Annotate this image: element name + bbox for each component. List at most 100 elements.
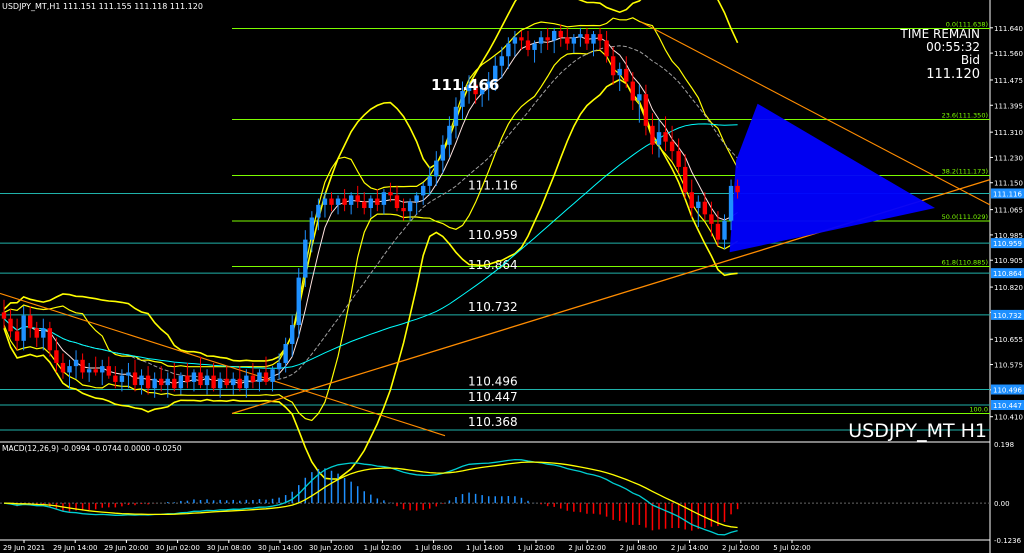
price-chart[interactable]: 111.640 111.560 111.475 111.395 111.310 111.2… [0,0,1024,553]
candle-body [440,144,446,161]
watermark-label: USDJPY_MT H1 [848,420,987,442]
price-tag-label: 110.447 [993,402,1022,410]
candle-body [283,343,288,363]
candle-body [119,375,125,382]
candle-body [296,277,301,326]
candle-body [303,239,308,278]
fib-level-label: 23.6(111.350) [942,112,988,120]
y-tick-label: 110.575 [994,362,1023,370]
x-tick-label: 30 Jun 14:00 [258,544,302,552]
candle-body [172,378,177,389]
y-tick-label: 111.065 [994,207,1023,215]
price-tag-label: 110.496 [993,387,1022,395]
candle-body [722,220,727,240]
candle-body [571,37,577,44]
candle-body [578,34,583,38]
candle-body [545,37,550,41]
candle-body [676,151,681,167]
candle-body [224,378,229,386]
candle-body [211,375,216,389]
candle-body [447,125,452,145]
x-tick-label: 29 Jun 14:00 [53,544,97,552]
candle-body [532,43,537,50]
candle-body [139,375,144,386]
candle-body [47,328,53,351]
bid-value: 111.120 [926,67,980,82]
candle-body [715,223,721,240]
fib-level-label: 50.0(111.029) [942,213,988,221]
candle-body [231,378,236,386]
candle-body [34,328,39,338]
candle-body [67,366,72,373]
candle-body [335,198,341,205]
level-value-label: 110.496 [468,375,518,389]
candle-body [650,125,655,145]
candle-body [152,378,157,389]
candle-body [394,195,400,209]
y-tick-label: 110.820 [994,284,1023,292]
x-tick-label: 1 Jul 02:00 [364,544,402,552]
candle-body [126,372,131,376]
candle-body [427,176,432,186]
bid-label: Bid [961,53,980,67]
candle-body [735,185,740,193]
candle-body [453,106,459,126]
fib-level-label: 100.0 [969,406,988,414]
macd-tick-label: 0.198 [994,441,1014,449]
candle-body [28,315,33,329]
y-tick-label: 111.395 [994,102,1023,110]
candle-body [185,375,190,382]
x-tick-label: 30 Jun 02:00 [155,544,199,552]
candle-body [728,185,734,221]
x-tick-label: 2 Jul 14:00 [671,544,709,552]
candle-body [316,204,321,218]
candle-body [401,208,406,212]
candle-body [257,372,262,382]
x-tick-label: 5 Jul 02:00 [773,544,811,552]
candle-body [519,37,524,41]
y-tick-label: 111.150 [994,180,1023,188]
y-tick-label: 110.905 [994,257,1023,265]
candle-body [178,375,184,389]
candle-body [198,372,203,386]
candle-body [309,217,315,240]
candle-body [407,201,413,212]
fib-level-label: 61.8(110.885) [942,259,988,267]
x-tick-label: 29 Jun 2021 [3,544,45,552]
candle-body [538,37,544,44]
candle-body [21,315,26,341]
x-tick-label: 29 Jun 20:00 [104,544,148,552]
candle-body [624,68,629,82]
candle-body [702,201,708,215]
x-tick-label: 2 Jul 02:00 [568,544,606,552]
candle-body [191,372,197,382]
candle-body [329,198,334,205]
candle-body [597,34,603,41]
candle-body [610,56,616,76]
candle-body [584,34,590,44]
candle-body [322,198,328,205]
symbol-info: USDJPY_MT,H1 111.151 111.155 111.118 111… [2,2,203,11]
candle-body [506,43,511,57]
candle-body [663,132,668,142]
candle-body [93,369,98,373]
level-value-label: 110.368 [468,415,518,429]
candle-body [276,362,282,370]
time-remain-value: 00:55:32 [926,40,980,54]
y-tick-label: 111.560 [994,50,1023,58]
price-tag-label: 111.116 [993,190,1022,198]
candle-body [348,195,354,205]
macd-tick-label: 0.00 [994,500,1010,508]
candle-body [250,375,256,382]
candle-body [342,198,347,205]
y-tick-label: 110.410 [994,414,1023,422]
x-tick-label: 1 Jul 08:00 [415,544,453,552]
candle-body [421,185,426,196]
x-tick-label: 1 Jul 14:00 [466,544,504,552]
time-remain-label: TIME REMAIN [899,27,980,41]
candle-body [381,192,387,205]
candle-body [145,375,151,389]
candle-body [388,192,393,196]
macd-label: MACD(12,26,9) -0.0994 -0.0744 0.0000 -0.… [2,444,182,453]
candle-body [270,369,275,382]
